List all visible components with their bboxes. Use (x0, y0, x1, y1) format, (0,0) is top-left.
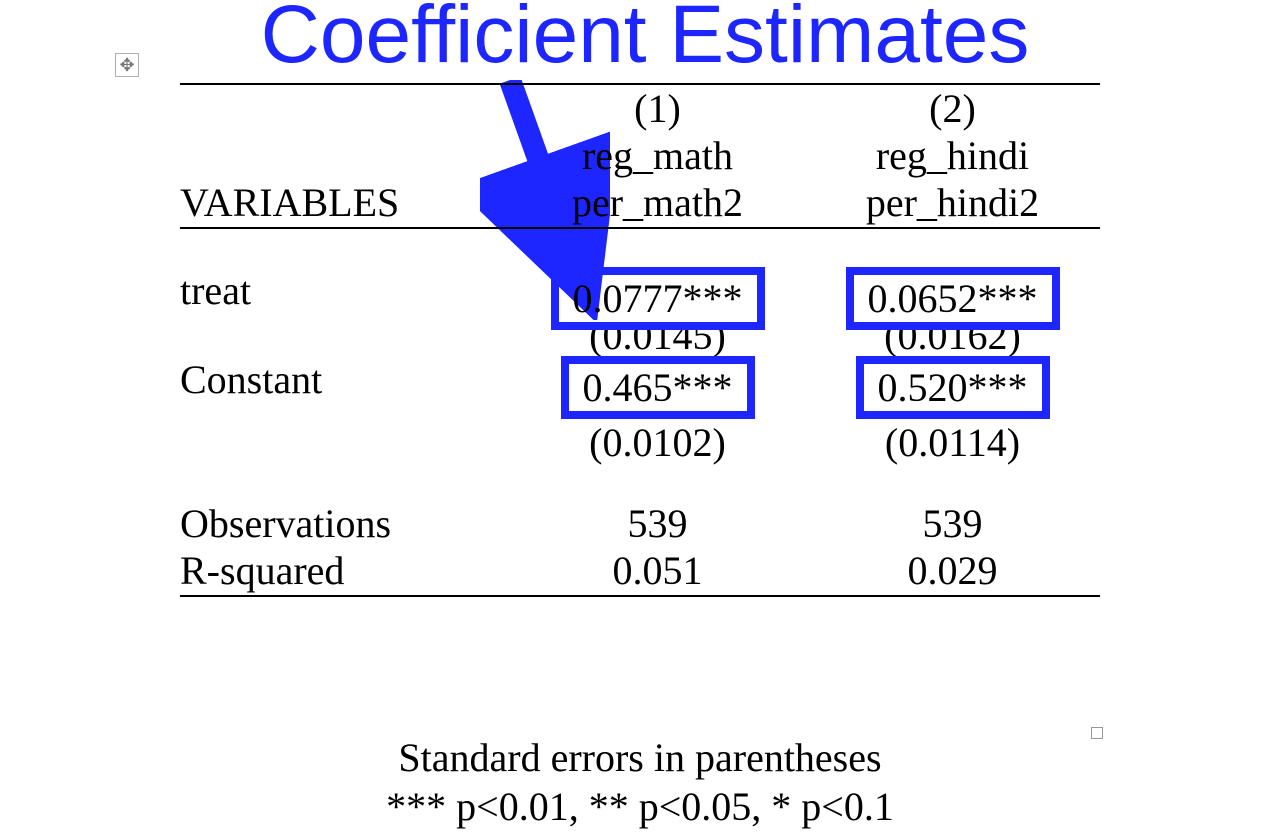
col1-label-1: reg_math (510, 132, 805, 179)
col2-label-2: per_hindi2 (805, 179, 1100, 226)
table-row-se: (0.0145) (0.0162) (180, 330, 1100, 356)
highlight-box: 0.520*** (856, 356, 1050, 419)
table-row: Constant 0.465*** 0.520*** (180, 356, 1100, 419)
stat-value: 0.029 (805, 547, 1100, 594)
row-label-r2: R-squared (180, 547, 510, 594)
table-header: (1) (2) reg_math reg_hindi VARIABLES per… (180, 85, 1100, 227)
table-notes: Standard errors in parentheses *** p<0.0… (180, 734, 1100, 832)
note-sig: *** p<0.01, ** p<0.05, * p<0.1 (180, 783, 1100, 832)
highlight-box: 0.0652*** (846, 267, 1060, 330)
se-value: (0.0114) (805, 419, 1100, 466)
col1-label-2: per_math2 (510, 179, 805, 226)
row-label-constant: Constant (180, 356, 510, 419)
rule-bottom (180, 595, 1100, 597)
row-label-treat: treat (180, 267, 510, 330)
move-handle-icon[interactable]: ✥ (115, 53, 139, 77)
stat-value: 539 (805, 500, 1100, 547)
regression-table: (1) (2) reg_math reg_hindi VARIABLES per… (180, 83, 1100, 597)
col1-number: (1) (510, 85, 805, 132)
row-label-obs: Observations (180, 500, 510, 547)
highlight-box: 0.0777*** (551, 267, 765, 330)
stat-value: 539 (510, 500, 805, 547)
table-row: R-squared 0.051 0.029 (180, 547, 1100, 594)
se-value: (0.0102) (510, 419, 805, 466)
variables-heading: VARIABLES (180, 179, 510, 226)
table-row-se: (0.0102) (0.0114) (180, 419, 1100, 466)
table-row: treat 0.0777*** 0.0652*** (180, 267, 1100, 330)
page-title: Coefficient Estimates (175, 0, 1115, 82)
table-row: Observations 539 539 (180, 500, 1100, 547)
stat-value: 0.051 (510, 547, 805, 594)
col2-number: (2) (805, 85, 1100, 132)
col2-label-1: reg_hindi (805, 132, 1100, 179)
highlight-box: 0.465*** (561, 356, 755, 419)
slide: Coefficient Estimates ✥ (1) (2) reg_math… (0, 0, 1278, 840)
note-se: Standard errors in parentheses (180, 734, 1100, 783)
